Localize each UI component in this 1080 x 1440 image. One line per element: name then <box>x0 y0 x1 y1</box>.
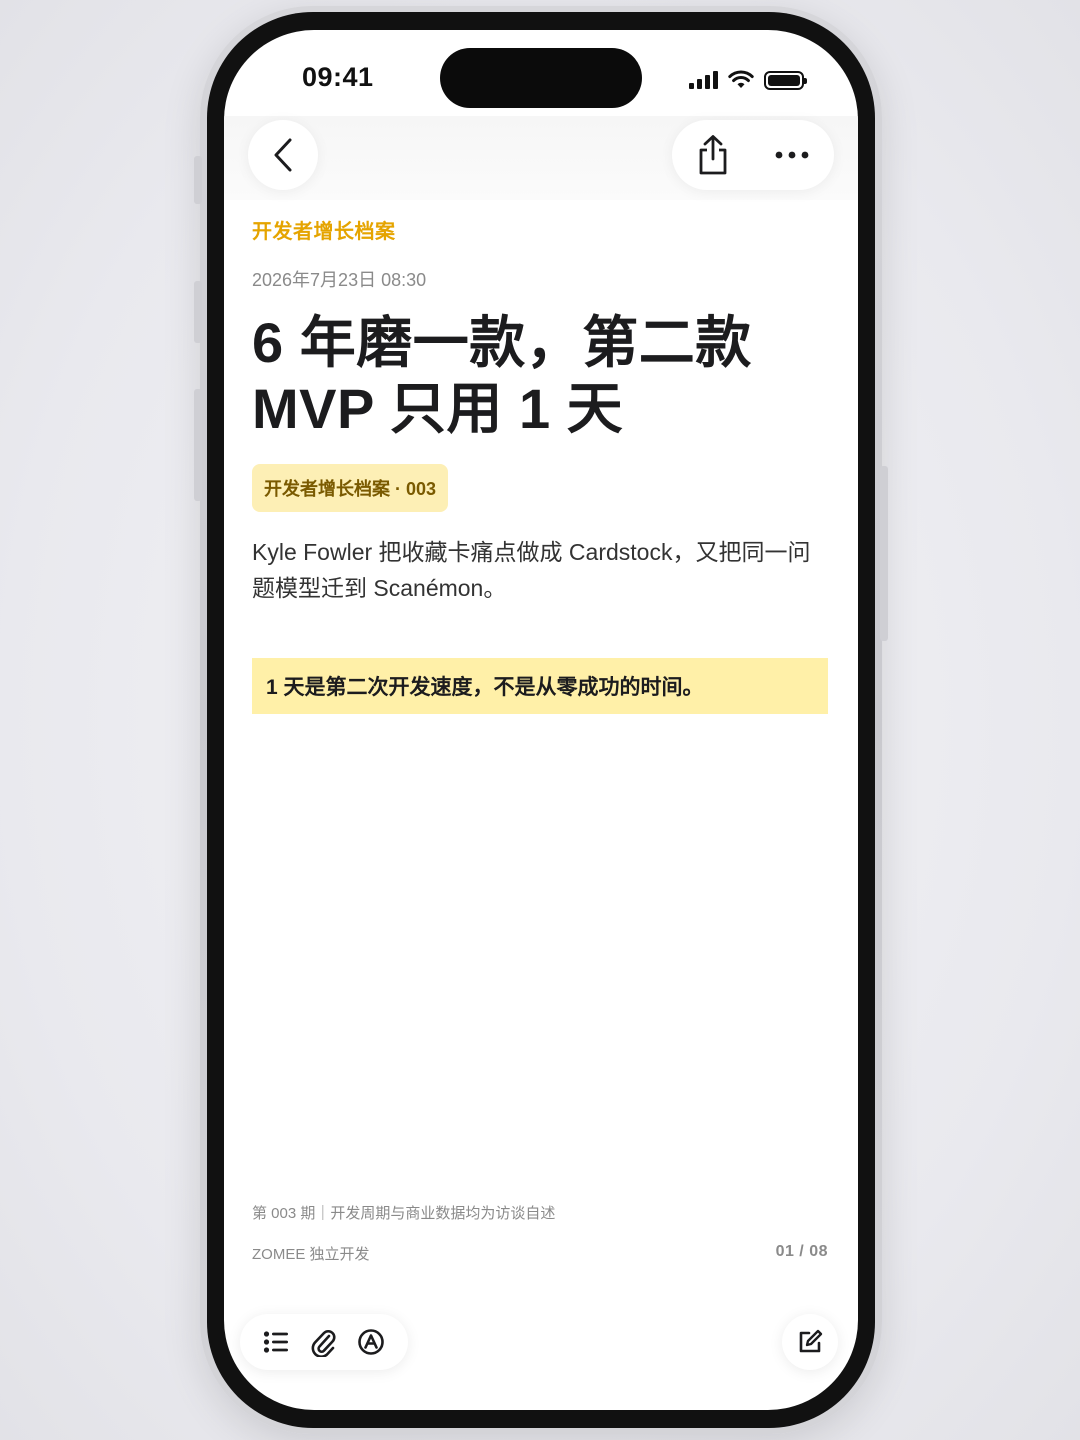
compose-icon <box>799 1329 823 1353</box>
ellipsis-icon[interactable] <box>774 150 810 160</box>
volume-down-button <box>194 389 202 501</box>
note-title: 6 年磨一款，第二款 MVP 只用 1 天 <box>252 310 830 442</box>
nav-action-group <box>672 120 834 190</box>
note-title-line-2: MVP 只用 1 天 <box>252 377 624 440</box>
status-time: 09:41 <box>302 62 374 92</box>
note-date: 2026年7月23日 08:30 <box>252 270 427 290</box>
paperclip-icon[interactable] <box>310 1327 336 1357</box>
back-button[interactable] <box>248 120 318 190</box>
wifi-icon <box>728 70 754 88</box>
share-icon[interactable] <box>696 134 730 176</box>
cellular-signal-icon <box>689 71 718 89</box>
status-icons <box>689 70 807 90</box>
page-indicator: 01 / 08 <box>775 1243 828 1260</box>
folder-label: 开发者增长档案 <box>252 221 396 243</box>
phone-frame: 09:41 开发者增长档案 2026年7月23日 08:30 6 年磨一款，第二… <box>194 6 888 1434</box>
checklist-icon[interactable] <box>263 1330 289 1354</box>
brand-label: ZOMEE 独立开发 <box>252 1246 370 1263</box>
dynamic-island <box>440 48 642 108</box>
screen: 09:41 开发者增长档案 2026年7月23日 08:30 6 年磨一款，第二… <box>224 30 858 1410</box>
bottom-toolbar <box>240 1314 408 1370</box>
volume-up-button <box>194 281 202 343</box>
note-content[interactable]: 开发者增长档案 2026年7月23日 08:30 6 年磨一款，第二款 MVP … <box>252 215 830 714</box>
markup-icon[interactable] <box>357 1328 385 1356</box>
power-button <box>880 466 888 641</box>
compose-button[interactable] <box>782 1314 838 1370</box>
issue-tag: 开发者增长档案 · 003 <box>252 464 449 512</box>
action-button <box>194 156 202 204</box>
highlight-callout: 1 天是第二次开发速度，不是从零成功的时间。 <box>252 658 828 714</box>
navigation-bar <box>224 116 858 200</box>
chevron-left-icon <box>274 138 292 172</box>
battery-icon <box>764 70 807 90</box>
note-title-line-1: 6 年磨一款，第二款 <box>252 311 752 374</box>
footer-note: 第 003 期｜开发周期与商业数据均为访谈自述 <box>252 1205 556 1222</box>
note-summary: Kyle Fowler 把收藏卡痛点做成 Cardstock，又把同一问题模型迁… <box>252 539 811 601</box>
